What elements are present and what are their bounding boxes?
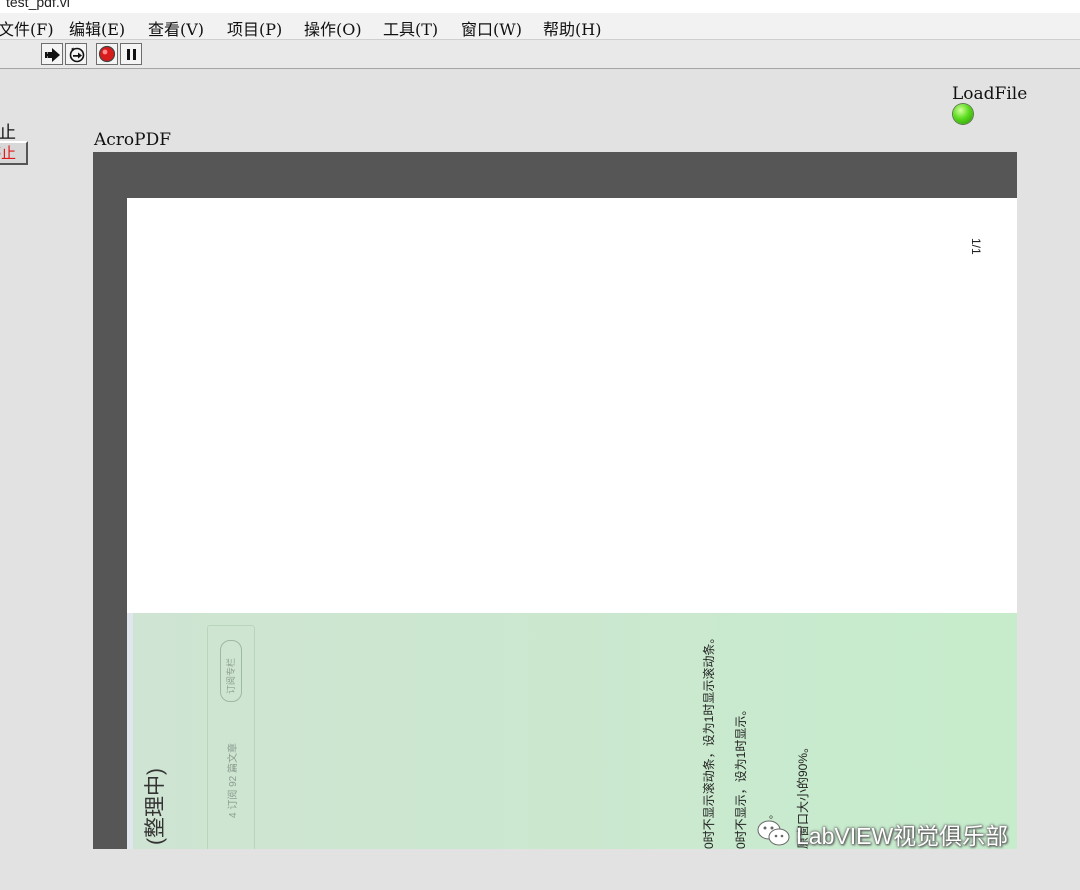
stop-button[interactable]: 停止 bbox=[0, 141, 28, 165]
subscribe-column-button: 订阅专栏 bbox=[226, 657, 236, 694]
run-continuously-icon bbox=[69, 47, 85, 63]
pdf-text-line-4: 原窗口大小的90%。 bbox=[796, 740, 810, 849]
abort-execution-button[interactable] bbox=[96, 43, 118, 65]
stop-label: 停止 bbox=[0, 123, 16, 143]
pdf-text-line-2: 0时不显示，设为1时显示。 bbox=[734, 703, 748, 849]
menu-tools[interactable]: 工具(T) bbox=[383, 16, 438, 40]
pdf-rotated-screenshot: (整理中) 订阅专栏 4 订阅 92 篇文章 0时不显示滚动条，设为1时显示滚动… bbox=[127, 613, 1017, 849]
pdf-heading-column: (整理中) bbox=[137, 613, 167, 849]
run-continuously-button[interactable] bbox=[65, 43, 87, 65]
run-arrow-icon bbox=[45, 48, 60, 62]
run-button[interactable] bbox=[41, 43, 63, 65]
acropdf-label: AcroPDF bbox=[94, 130, 172, 150]
acropdf-viewer[interactable]: 1/1 (整理中) 订阅专栏 4 订阅 92 篇文章 0时不显示滚动条，设为1时… bbox=[93, 152, 1017, 849]
menu-project[interactable]: 项目(P) bbox=[227, 16, 282, 40]
watermark-text: LabVIEW视觉俱乐部 bbox=[796, 823, 1009, 849]
pdf-page[interactable]: 1/1 (整理中) 订阅专栏 4 订阅 92 篇文章 0时不显示滚动条，设为1时… bbox=[127, 198, 1017, 849]
menu-edit[interactable]: 编辑(E) bbox=[69, 16, 125, 40]
menu-file[interactable]: 文件(F) bbox=[0, 16, 54, 40]
menu-bar: 文件(F) 编辑(E) 查看(V) 项目(P) 操作(O) 工具(T) 窗口(W… bbox=[0, 13, 1080, 40]
pdf-left-strip bbox=[127, 613, 133, 849]
pdf-text-line-1: 0时不显示滚动条，设为1时显示滚动条。 bbox=[702, 631, 716, 849]
stop-button-text: 停止 bbox=[0, 144, 17, 162]
column-stats: 4 订阅 92 篇文章 bbox=[228, 742, 239, 818]
toolbar bbox=[0, 40, 1080, 69]
pause-icon bbox=[127, 49, 136, 60]
loadfile-led-indicator bbox=[953, 104, 973, 124]
pause-button[interactable] bbox=[120, 43, 142, 65]
loadfile-label: LoadFile bbox=[952, 84, 1028, 104]
menu-view[interactable]: 查看(V) bbox=[148, 16, 204, 40]
menu-window[interactable]: 窗口(W) bbox=[461, 16, 522, 40]
menu-help[interactable]: 帮助(H) bbox=[543, 16, 601, 40]
wechat-icon bbox=[757, 820, 790, 846]
menu-operate[interactable]: 操作(O) bbox=[304, 16, 362, 40]
pdf-text-line-3: 。 bbox=[764, 809, 775, 819]
window-title: test_pdf.vi bbox=[6, 0, 70, 10]
page-number: 1/1 bbox=[969, 238, 983, 255]
title-bar: test_pdf.vi bbox=[0, 0, 1080, 13]
column-info-box: 订阅专栏 4 订阅 92 篇文章 bbox=[207, 625, 255, 849]
abort-execution-icon bbox=[98, 45, 116, 63]
pdf-heading: (整理中) bbox=[144, 768, 167, 845]
